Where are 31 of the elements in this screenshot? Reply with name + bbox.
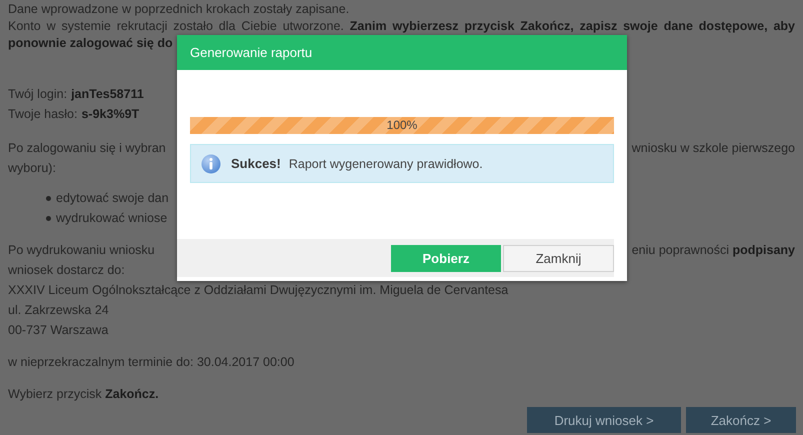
field-label: Twoje hasło: [8,107,78,121]
text-line: XXXIV Liceum Ogólnokształcące z Oddziałami Dwujęzycznymi im. Miguela de Cervantesa [8,283,508,297]
progress-label: 100% [386,117,418,134]
text-line: ul. Zakrzewska 24 [8,303,109,317]
list-item-text: edytować swoje dan [56,190,169,207]
text-line: Dane wprowadzone w poprzednich krokach zostały zapisane. [8,2,350,16]
text-line: Po wydrukowaniu wniosku [8,242,155,259]
list-item-text: wydrukować wniose [56,210,168,227]
info-icon [201,154,221,174]
text-line: eniu poprawności podpisany [632,242,795,259]
bullet-icon [46,196,51,200]
bullet-icon [46,216,51,220]
text-line: 00-737 Warszawa [8,323,108,337]
text-line: Konto w systemie rekrutacji zostało dla Ciebie utworzone. Zanim wybierzesz przycisk Zakończ, zapisz swoje dane dostępowe, aby [8,18,795,35]
text-line: Wybierz przycisk Zakończ. [8,387,159,401]
close-button[interactable]: Zamknij [503,244,614,272]
alert-title: Sukces! [231,156,281,171]
text-line: ponownie zalogować się do [8,36,173,50]
text-line: wniosku w szkole pierwszego [632,140,795,157]
nav-button[interactable]: Drukuj wniosek > [527,407,681,433]
text-line: wyboru): [8,161,56,175]
text-line: Po zalogowaniu się i wybran [8,140,166,157]
text-line: wniosek dostarcz do: [8,263,125,277]
dialog-title: Generowanie raportu [190,45,312,60]
nav-button[interactable]: Zakończ > [686,407,796,433]
field-value: janTes58711 [71,87,144,101]
field-label: Twój login: [8,87,68,101]
field-value: s-9k3%9T [81,107,140,121]
text-line: w nieprzekraczalnym terminie do: 30.04.2017 00:00 [8,355,294,369]
download-button[interactable]: Pobierz [391,244,501,272]
alert-message: Raport wygenerowany prawidłowo. [288,156,483,170]
